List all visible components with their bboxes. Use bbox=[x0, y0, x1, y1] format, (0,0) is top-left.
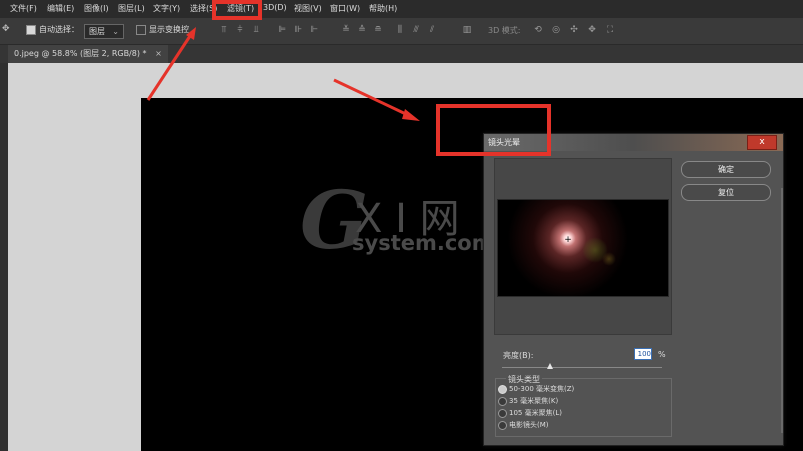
arrow-head-dialog-title bbox=[402, 109, 420, 121]
arrow-to-dialog-title bbox=[333, 78, 411, 118]
arrow-to-filter-menu bbox=[146, 35, 192, 101]
annotation-arrows bbox=[146, 27, 420, 121]
